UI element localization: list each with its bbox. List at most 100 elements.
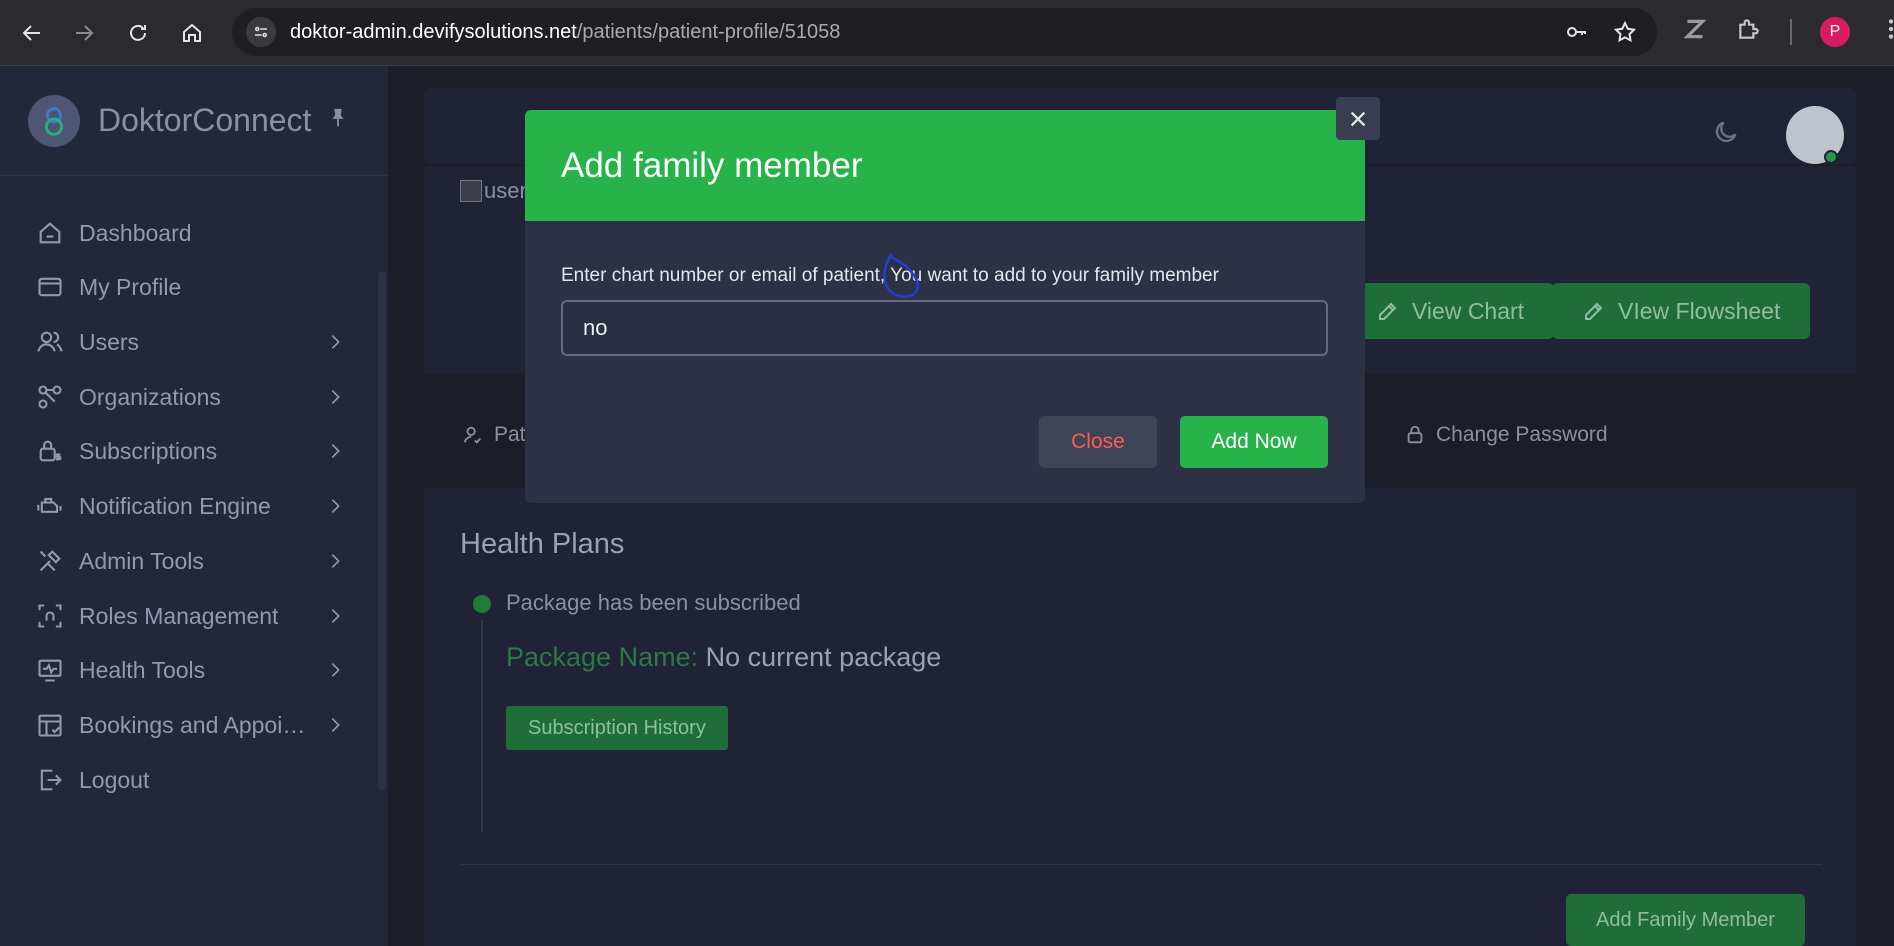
health-plans-title: Health Plans (460, 528, 625, 560)
sidebar-item-organizations[interactable]: Organizations (36, 376, 346, 418)
package-name-label: Package Name: (506, 642, 699, 672)
sidebar-item-label: Subscriptions (79, 437, 218, 464)
engine-icon (37, 497, 62, 513)
sidebar-item-label: Admin Tools (79, 547, 204, 574)
lock-dollar-icon (39, 440, 62, 462)
monitor-pulse-icon (38, 659, 62, 682)
menu-dots-icon[interactable] (1878, 16, 1894, 47)
home-icon[interactable] (172, 13, 212, 53)
forward-icon[interactable] (64, 13, 104, 53)
reload-icon[interactable] (118, 13, 158, 53)
profile-avatar[interactable]: P (1820, 16, 1850, 47)
logout-icon (40, 769, 62, 791)
sidebar-item-subscriptions[interactable]: Subscriptions (36, 430, 346, 472)
subscription-history-button[interactable]: Subscription History (506, 706, 728, 750)
sidebar: DoktorConnect Dashboard My Profile Users… (0, 66, 388, 946)
sidebar-item-label: Dashboard (79, 219, 192, 246)
fingerprint-icon (38, 604, 62, 628)
sidebar-item-dashboard[interactable]: Dashboard (36, 212, 346, 254)
sidebar-item-label: Bookings and Appoi… (79, 711, 306, 738)
sidebar-scrollbar[interactable] (378, 271, 386, 791)
star-icon[interactable] (1613, 20, 1637, 49)
modal-header: Add family member (525, 110, 1365, 221)
sidebar-item-bookings[interactable]: Bookings and Appoi… (36, 704, 346, 746)
brand: DoktorConnect (0, 66, 388, 176)
url-text: doktor-admin.devifysolutions.net/patient… (290, 21, 840, 44)
add-family-member-modal: Add family member Enter chart number or … (525, 110, 1365, 503)
close-icon (1350, 111, 1366, 126)
back-icon[interactable] (12, 13, 52, 53)
address-bar[interactable]: doktor-admin.devifysolutions.net/patient… (232, 8, 1657, 56)
brand-name: DoktorConnect (98, 102, 312, 138)
package-name: Package Name: No current package (506, 642, 941, 673)
org-icon (38, 385, 62, 409)
package-name-value: No current package (705, 642, 942, 672)
edit-icon (1585, 302, 1603, 320)
view-chart-button[interactable]: View Chart (1346, 283, 1555, 339)
package-status: Package has been subscribed (506, 590, 801, 615)
chevron-right-icon (331, 662, 340, 678)
sidebar-item-health-tools[interactable]: Health Tools (36, 649, 346, 691)
modal-close-icon[interactable] (1336, 97, 1380, 140)
chevron-right-icon (331, 608, 340, 624)
toolbar-divider (1790, 18, 1792, 45)
sidebar-item-label: My Profile (79, 273, 182, 300)
extension-z-icon[interactable] (1682, 16, 1708, 47)
sidebar-item-label: Users (79, 328, 140, 355)
sidebar-item-my-profile[interactable]: My Profile (36, 266, 346, 308)
url-path: /patients/patient-profile/51058 (576, 20, 841, 43)
view-flowsheet-label: VIew Flowsheet (1618, 297, 1781, 324)
chevron-right-icon (331, 717, 340, 733)
chevron-right-icon (331, 498, 340, 514)
logo-icon (28, 94, 80, 147)
view-chart-label: View Chart (1412, 297, 1525, 324)
browser-toolbar: doktor-admin.devifysolutions.net/patient… (0, 0, 1894, 66)
lock-icon (1407, 425, 1423, 444)
tab-change-password-label: Change Password (1436, 423, 1608, 446)
status-dot (473, 595, 491, 613)
chevron-right-icon (331, 334, 340, 350)
calendar-icon (38, 714, 62, 737)
chart-or-email-input[interactable] (561, 300, 1328, 356)
chevron-right-icon (331, 553, 340, 569)
sidebar-item-label: Notification Engine (79, 492, 271, 519)
users-icon (37, 331, 63, 352)
sidebar-item-admin-tools[interactable]: Admin Tools (36, 540, 346, 582)
tab-change-password[interactable]: Change Password (1404, 423, 1608, 447)
chevron-right-icon (331, 389, 340, 405)
timeline-line (481, 620, 483, 832)
tab-patient-label: Pat (494, 423, 526, 446)
profile-card-icon (38, 277, 62, 297)
add-now-button[interactable]: Add Now (1180, 416, 1328, 468)
sidebar-item-label: Organizations (79, 383, 221, 410)
sidebar-item-notification-engine[interactable]: Notification Engine (36, 485, 346, 527)
key-icon[interactable] (1565, 20, 1589, 49)
pen-annotation (883, 253, 919, 299)
view-flowsheet-button[interactable]: VIew Flowsheet (1552, 283, 1811, 339)
sidebar-item-users[interactable]: Users (36, 321, 346, 363)
broken-image-icon (460, 180, 482, 202)
user-image-alt: user (484, 178, 527, 203)
extensions-puzzle-icon[interactable] (1736, 16, 1762, 47)
add-family-member-button[interactable]: Add Family Member (1566, 894, 1805, 946)
divider (460, 864, 1822, 865)
sidebar-item-label: Logout (79, 766, 150, 793)
close-button[interactable]: Close (1039, 416, 1157, 468)
edit-icon (1379, 302, 1397, 320)
user-check-icon (463, 426, 481, 444)
tab-patient[interactable]: Pat (462, 423, 526, 447)
url-host: doktor-admin.devifysolutions.net (290, 20, 577, 43)
sidebar-item-roles-management[interactable]: Roles Management (36, 595, 346, 637)
moon-icon[interactable] (1712, 118, 1740, 146)
sidebar-item-logout[interactable]: Logout (36, 759, 346, 801)
online-status-dot (1824, 150, 1838, 164)
pin-icon[interactable] (327, 107, 349, 134)
site-info-icon[interactable] (246, 17, 276, 47)
tools-icon (39, 550, 61, 572)
sidebar-item-label: Health Tools (79, 656, 206, 683)
modal-title: Add family member (561, 145, 863, 185)
user-image: user (460, 178, 527, 204)
home-icon (39, 222, 61, 244)
sidebar-item-label: Roles Management (79, 602, 279, 629)
chevron-right-icon (331, 443, 340, 459)
